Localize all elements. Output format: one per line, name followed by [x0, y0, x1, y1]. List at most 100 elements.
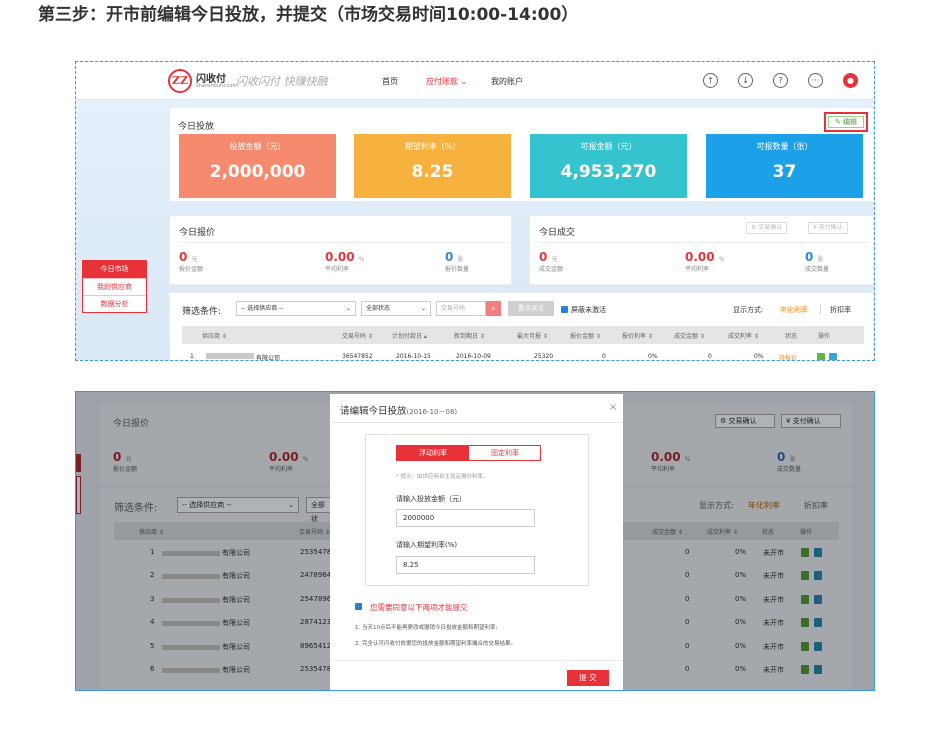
agree-label: 您需要同意以下两项才能提交 — [370, 603, 468, 612]
quote-stat-rate: 0.00 % 平均利率 — [325, 250, 365, 273]
table-header: 供应商 ⇕ 交易号码 ⇕ 计划付款日 ▴ 新到期日 ⇕ 最大可报 ⇕ 报价金额 … — [182, 326, 864, 344]
deal-stat-rate: 0.00 % 平均利率 — [685, 250, 725, 273]
modal-form-box: 浮动利率 固定利率 * 提示：由供应商自主设定报价利率。 请输入投放金额（元） … — [365, 434, 589, 586]
download-icon[interactable]: ↓ — [738, 73, 753, 88]
supplier-blurred — [162, 597, 220, 603]
col-plan-date[interactable]: 计划付款日 ▴ — [392, 331, 427, 340]
dim-pay-confirm: ¥ 支付确认 — [781, 414, 841, 428]
slogan: 闪收闪付 快赚快融 — [236, 75, 328, 88]
top-nav: ZZ 闪收付 shanshoufu.com 闪收闪付 快赚快融 首页 应付账款 … — [76, 62, 874, 100]
edit-row-icon — [801, 548, 809, 557]
deal-stat-count: 0 张 成交数量 — [805, 250, 830, 273]
close-icon[interactable]: × — [609, 402, 617, 413]
detail-row-icon[interactable] — [829, 353, 837, 360]
mode-discount-rate[interactable]: 折扣率 — [830, 305, 851, 315]
market-table-panel: 筛选条件: -- 选择供应商 -- ⌄ 全部状态 ⌄ 交易号码 ⌕ 重点关注 屏蔽未… — [169, 292, 874, 360]
card-expected-rate: 期望利率（%） 8.25 — [354, 134, 511, 198]
detail-row-icon — [814, 641, 822, 651]
amount-label: 请输入投放金额（元） — [396, 495, 466, 503]
status-select[interactable]: 全部状态 ⌄ — [361, 301, 431, 316]
card-label: 投放金额（元） — [229, 142, 286, 151]
card-value: 37 — [772, 162, 797, 182]
today-quote-title: 今日报价 — [179, 228, 216, 238]
edit-button[interactable]: ✎ 编辑 — [824, 112, 868, 132]
logo-domain: shanshoufu.com — [196, 83, 238, 89]
card-value: 8.25 — [411, 162, 454, 182]
search-icon[interactable]: ⌕ — [486, 301, 501, 316]
side-menu-today-market[interactable]: 今日市场 — [83, 261, 146, 278]
detail-row-icon — [814, 571, 822, 581]
pay-confirm-button[interactable]: ¥ 支付确认 — [808, 222, 848, 234]
detail-row-icon — [814, 594, 822, 604]
tab-floating-rate[interactable]: 浮动利率 — [397, 446, 469, 460]
focus-button[interactable]: 重点关注 — [508, 301, 554, 316]
side-menu-data-analysis[interactable]: 数据分析 — [83, 295, 146, 312]
edit-row-icon[interactable] — [817, 353, 825, 360]
agree-note-1: 1. 当天10点后不能再更改或撤销今日投放金额和期望利率; — [355, 625, 498, 631]
detail-row-icon — [814, 548, 822, 557]
card-label: 可报金额（元） — [580, 142, 637, 151]
col-max-quote[interactable]: 最大可报 ⇕ — [517, 331, 548, 340]
user-icon[interactable]: ● — [843, 73, 858, 88]
card-value: 4,953,270 — [560, 162, 657, 182]
deal-stat-amount: 0 元 成交金额 — [539, 250, 564, 273]
rate-input[interactable]: 8.25 — [396, 556, 535, 574]
card-quotable-count: 可报数量（张） 37 — [706, 134, 863, 198]
supplier-blurred — [162, 668, 220, 673]
supplier-blurred — [162, 621, 220, 627]
nav-payables[interactable]: 应付账款 ⌄ — [426, 76, 467, 87]
card-label: 可报数量（张） — [756, 142, 813, 151]
trade-confirm-button[interactable]: ⚙ 交易确认 — [746, 222, 788, 234]
supplier-blurred — [206, 353, 254, 359]
detail-row-icon — [814, 618, 822, 628]
edit-row-icon — [801, 594, 809, 604]
screenshot-dashboard: ZZ 闪收付 shanshoufu.com 闪收闪付 快赚快融 首页 应付账款 … — [75, 61, 875, 361]
step-heading: 第三步：开市前编辑今日投放，并提交（市场交易时间10:00-14:00） — [38, 5, 579, 25]
today-deal-panel: 今日成交 ⚙ 交易确认 ¥ 支付确认 0 元 成交金额 0.00 % 平均利率 … — [529, 215, 874, 285]
col-deal-rate[interactable]: 成交利率 ⇕ — [728, 331, 759, 340]
card-value: 2,000,000 — [209, 162, 306, 182]
side-menu: 今日市场 我的供应商 数据分析 — [82, 260, 147, 313]
tab-fixed-rate[interactable]: 固定利率 — [469, 446, 541, 460]
detail-row-icon — [814, 665, 822, 674]
help-icon[interactable]: ? — [773, 73, 788, 88]
quote-stat-amount: 0 元 报价金额 — [179, 250, 204, 273]
card-quotable-amount: 可报金额（元） 4,953,270 — [530, 134, 687, 198]
today-deploy-title: 今日投放 — [178, 122, 215, 132]
dim-trade-confirm: ⚙ 交易确认 — [715, 414, 775, 428]
today-deal-title: 今日成交 — [539, 228, 576, 238]
supplier-select[interactable]: -- 选择供应商 -- ⌄ — [236, 301, 356, 316]
col-supplier[interactable]: 供应商 ⇕ — [202, 331, 227, 340]
col-due-date[interactable]: 新到期日 ⇕ — [454, 331, 485, 340]
edit-deploy-modal: 请编辑今日投放(2016-10－08) × 浮动利率 固定利率 * 提示：由供应… — [330, 394, 623, 690]
card-label: 期望利率（%） — [404, 142, 461, 151]
hide-inactive-label: 屏蔽未激活 — [571, 306, 606, 314]
col-trade-no[interactable]: 交易号码 ⇕ — [342, 331, 373, 340]
col-quote-rate[interactable]: 报价利率 ⇕ — [622, 331, 653, 340]
col-deal-amount[interactable]: 成交金额 ⇕ — [674, 331, 705, 340]
edit-row-icon — [801, 618, 809, 628]
mode-annual-rate[interactable]: 年化利率 — [780, 305, 808, 315]
logo-icon[interactable]: ZZ — [168, 69, 192, 93]
more-icon[interactable]: ··· — [808, 73, 823, 88]
upload-icon[interactable]: ↑ — [703, 73, 718, 88]
hide-inactive-checkbox[interactable] — [561, 306, 568, 313]
submit-button[interactable]: 提 交 — [567, 670, 609, 686]
trade-no-search-input[interactable]: 交易号码 — [436, 301, 486, 316]
edit-row-icon — [801, 571, 809, 581]
rate-label: 请输入期望利率(%) — [396, 541, 458, 549]
card-deploy-amount: 投放金额（元） 2,000,000 — [179, 134, 336, 198]
edit-row-icon — [801, 641, 809, 651]
agree-checkbox[interactable] — [355, 603, 362, 610]
quote-stat-count: 0 张 报价数量 — [445, 250, 470, 273]
nav-account[interactable]: 我的账户 — [491, 76, 523, 87]
amount-input[interactable]: 2000000 — [396, 509, 535, 527]
col-quote-amount[interactable]: 报价金额 ⇕ — [570, 331, 601, 340]
display-mode-label: 显示方式: — [733, 306, 764, 314]
table-row[interactable]: 1 有限公司 36547852 2016-10-15 2016-10-09 25… — [182, 351, 864, 360]
screenshot-edit-modal: 今日报价 0 元 报价金额 0.00 % 平均利率 0.00 % 平均利率 0 … — [75, 391, 875, 691]
filter-label: 筛选条件: — [182, 307, 222, 317]
side-menu-my-suppliers[interactable]: 我的供应商 — [83, 278, 146, 295]
nav-home[interactable]: 首页 — [382, 76, 398, 87]
col-status: 状态 — [785, 333, 798, 340]
